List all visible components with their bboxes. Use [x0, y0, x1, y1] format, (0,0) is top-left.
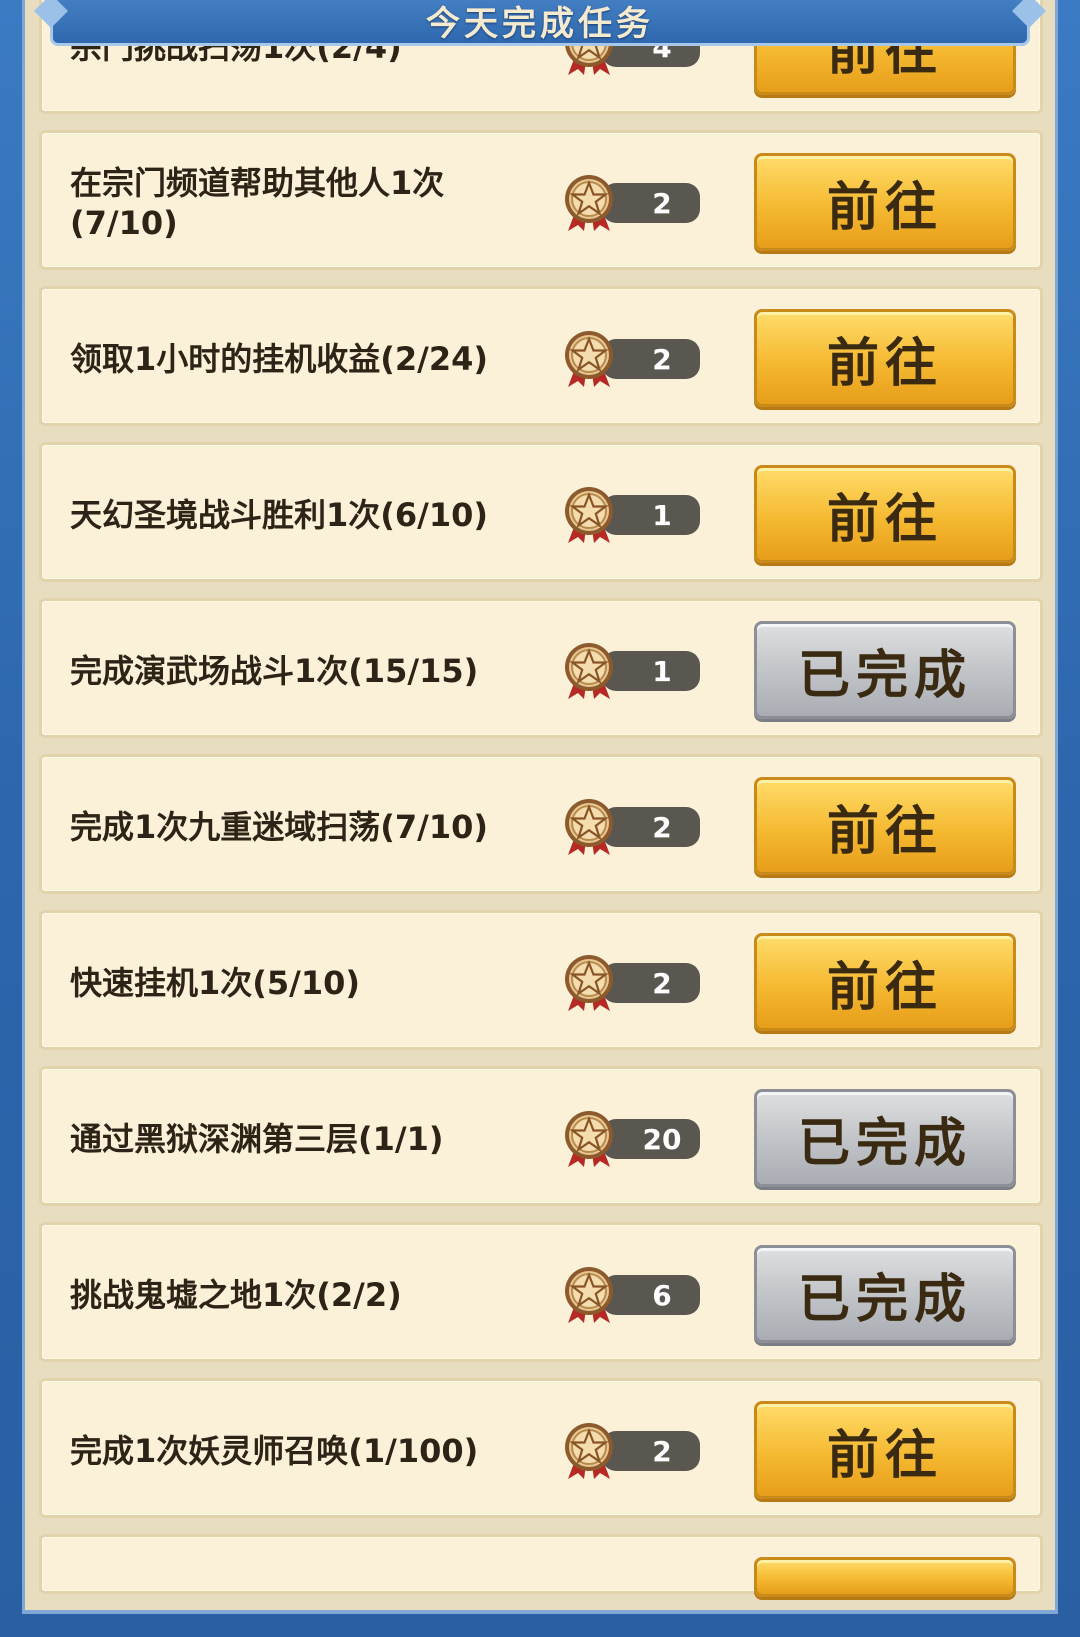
- go-button[interactable]: [754, 1557, 1016, 1597]
- pentagram-medal-icon: [565, 643, 613, 699]
- reward-badge: 2: [562, 331, 702, 387]
- reward-badge: 2: [562, 955, 702, 1011]
- window-frame: 宗门挑战扫荡1次(2/4) 4 前往 在宗门频道帮助其他人1次(7/10) 2 …: [0, 0, 1080, 1637]
- task-label: 通过黑狱深渊第三层(1/1): [70, 1120, 444, 1158]
- task-row-4: 天幻圣境战斗胜利1次(6/10) 1 前往: [39, 442, 1043, 582]
- panel-title: 今天完成任务: [426, 3, 654, 44]
- task-row-3: 领取1小时的挂机收益(2/24) 2 前往: [39, 286, 1043, 426]
- task-label: 完成1次九重迷域扫荡(7/10): [70, 808, 489, 846]
- pentagram-medal-icon: [565, 175, 613, 231]
- task-label: 完成演武场战斗1次(15/15): [70, 652, 479, 690]
- task-row-8: 通过黑狱深渊第三层(1/1) 20 已完成: [39, 1066, 1043, 1206]
- reward-badge: 2: [562, 175, 702, 231]
- go-button[interactable]: 前往: [754, 309, 1016, 407]
- go-button[interactable]: 前往: [754, 1401, 1016, 1499]
- reward-count: 1: [602, 651, 700, 691]
- reward-count: 2: [602, 1431, 700, 1471]
- completed-button[interactable]: 已完成: [754, 1089, 1016, 1187]
- reward-badge: 6: [562, 1267, 702, 1323]
- go-button[interactable]: 前往: [754, 465, 1016, 563]
- task-row-9: 挑战鬼墟之地1次(2/2) 6 已完成: [39, 1222, 1043, 1362]
- reward-badge: 2: [562, 799, 702, 855]
- pentagram-medal-icon: [565, 1111, 613, 1167]
- reward-count: 2: [602, 963, 700, 1003]
- task-label: 领取1小时的挂机收益(2/24): [70, 340, 489, 378]
- task-label: 天幻圣境战斗胜利1次(6/10): [70, 496, 489, 534]
- completed-button[interactable]: 已完成: [754, 1245, 1016, 1343]
- pentagram-medal-icon: [565, 1423, 613, 1479]
- reward-count: 2: [602, 183, 700, 223]
- reward-count: 20: [602, 1119, 700, 1159]
- reward-count: 1: [602, 495, 700, 535]
- reward-badge: 1: [562, 643, 702, 699]
- task-row-7: 快速挂机1次(5/10) 2 前往: [39, 910, 1043, 1050]
- task-row-6: 完成1次九重迷域扫荡(7/10) 2 前往: [39, 754, 1043, 894]
- pentagram-medal-icon: [565, 955, 613, 1011]
- task-label: 完成1次妖灵师召唤(1/100): [70, 1432, 479, 1470]
- reward-badge: 2: [562, 1423, 702, 1479]
- task-row-2: 在宗门频道帮助其他人1次(7/10) 2 前往: [39, 130, 1043, 270]
- completed-button[interactable]: 已完成: [754, 621, 1016, 719]
- task-row-partial: [39, 1534, 1043, 1597]
- task-label: 挑战鬼墟之地1次(2/2): [70, 1276, 402, 1314]
- task-panel: 宗门挑战扫荡1次(2/4) 4 前往 在宗门频道帮助其他人1次(7/10) 2 …: [22, 0, 1058, 1614]
- reward-badge: 20: [562, 1111, 702, 1167]
- task-label: 快速挂机1次(5/10): [70, 964, 361, 1002]
- reward-count: 2: [602, 807, 700, 847]
- pentagram-medal-icon: [565, 1267, 613, 1323]
- pentagram-medal-icon: [565, 331, 613, 387]
- reward-badge: 1: [562, 487, 702, 543]
- reward-count: 2: [602, 339, 700, 379]
- task-row-10: 完成1次妖灵师召唤(1/100) 2 前往: [39, 1378, 1043, 1518]
- task-row-5: 完成演武场战斗1次(15/15) 1 已完成: [39, 598, 1043, 738]
- pentagram-medal-icon: [565, 487, 613, 543]
- pentagram-medal-icon: [565, 799, 613, 855]
- go-button[interactable]: 前往: [754, 933, 1016, 1031]
- go-button[interactable]: 前往: [754, 777, 1016, 875]
- reward-count: 6: [602, 1275, 700, 1315]
- panel-header: 今天完成任务: [50, 0, 1030, 46]
- task-label: 在宗门频道帮助其他人1次(7/10): [70, 164, 445, 242]
- task-list[interactable]: 宗门挑战扫荡1次(2/4) 4 前往 在宗门频道帮助其他人1次(7/10) 2 …: [39, 0, 1043, 1610]
- go-button[interactable]: 前往: [754, 153, 1016, 251]
